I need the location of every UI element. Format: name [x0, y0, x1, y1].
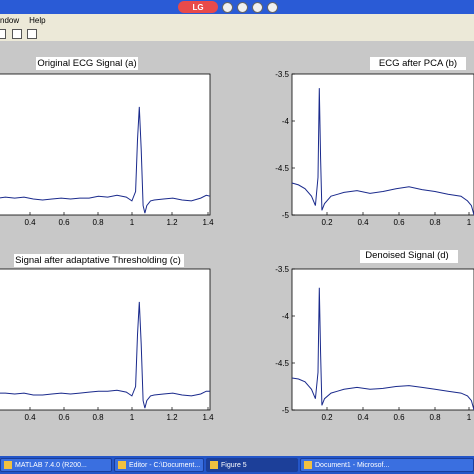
taskbar-item-label: Document1 - Microsof...	[315, 461, 390, 469]
x-tick-label: 0.2	[321, 413, 333, 422]
figure-icon	[210, 461, 218, 469]
taskbar-item-label: Figure 5	[221, 461, 247, 469]
axes-box	[0, 268, 211, 411]
y-tick-label: -5	[282, 406, 290, 415]
matlab-icon	[4, 461, 12, 469]
y-tick-label: -3.5	[275, 265, 289, 274]
menu-window[interactable]: ndow	[0, 16, 19, 25]
settings-icon[interactable]	[237, 1, 248, 13]
x-tick-label: 0.2	[321, 218, 333, 227]
x-tick-label: 0.8	[429, 218, 441, 227]
y-tick-label: -4	[282, 312, 290, 321]
menu-help[interactable]: Help	[29, 16, 45, 25]
taskbar: MATLAB 7.4.0 (R200... Editor - C:\Docume…	[0, 456, 474, 474]
x-tick-label: 0.4	[357, 413, 369, 422]
plot-2: Signal after adaptative Thresholding (c)…	[0, 254, 214, 422]
x-tick-label: 1.4	[202, 413, 214, 422]
figure-plots: Original ECG Signal (a) 0.4 0.6 0.8 1 1.2 1.4 E…	[0, 57, 474, 422]
chart-title: Signal after adaptative Thresholding (c)	[15, 255, 181, 266]
lg-logo-icon[interactable]: LG	[178, 1, 218, 13]
x-tick-label: 1.2	[166, 413, 178, 422]
figure-canvas: Original ECG Signal (a) 0.4 0.6 0.8 1 1.2 1.4 E…	[0, 41, 474, 456]
insert-colorbar-icon[interactable]	[0, 29, 6, 39]
y-tick-label: -4.5	[275, 164, 289, 173]
axes-box	[0, 73, 211, 216]
x-tick-label: 0.8	[92, 413, 104, 422]
insert-legend-icon[interactable]	[12, 29, 22, 39]
y-tick-label: -3.5	[275, 70, 289, 79]
y-tick-label: -4.5	[275, 359, 289, 368]
plot-0: Original ECG Signal (a) 0.4 0.6 0.8 1 1.2 1.4	[0, 57, 214, 227]
x-tick-label: 0.4	[24, 413, 36, 422]
x-tick-label: 0.6	[58, 413, 70, 422]
plot-1: ECG after PCA (b) 0.2 0.4 0.6 0.8 1 -3.5 -4 -4.5…	[275, 57, 474, 227]
x-tick-label: 0.8	[92, 218, 104, 227]
x-tick-label: 1	[467, 413, 472, 422]
taskbar-item-figure[interactable]: Figure 5	[206, 458, 298, 472]
chart-title: ECG after PCA (b)	[379, 58, 457, 69]
x-tick-label: 0.6	[393, 218, 405, 227]
x-tick-label: 1	[130, 218, 135, 227]
window-title-bar: LG	[0, 0, 474, 14]
chart-title: Original ECG Signal (a)	[37, 58, 136, 69]
dropdown-icon[interactable]	[267, 1, 278, 13]
x-tick-label: 0.4	[24, 218, 36, 227]
editor-icon	[118, 461, 126, 469]
plot-3: Denoised Signal (d) 0.2 0.4 0.6 0.8 1 -3.5 -4 -4…	[275, 250, 474, 422]
taskbar-item-matlab[interactable]: MATLAB 7.4.0 (R200...	[0, 458, 112, 472]
x-tick-label: 1	[467, 218, 472, 227]
taskbar-item-label: MATLAB 7.4.0 (R200...	[15, 461, 87, 469]
y-tick-label: -4	[282, 117, 290, 126]
plot-tools-icon[interactable]	[27, 29, 37, 39]
x-tick-label: 0.6	[393, 413, 405, 422]
figure-toolbar	[0, 27, 474, 42]
x-tick-label: 0.6	[58, 218, 70, 227]
x-tick-label: 1.2	[166, 218, 178, 227]
x-tick-label: 0.8	[429, 413, 441, 422]
x-tick-label: 0.4	[357, 218, 369, 227]
home-icon[interactable]	[252, 1, 263, 13]
back-icon[interactable]	[222, 1, 233, 13]
x-tick-label: 1.4	[202, 218, 214, 227]
taskbar-item-document[interactable]: Document1 - Microsof...	[300, 458, 474, 472]
menu-bar: ndow Help	[0, 14, 474, 27]
taskbar-item-label: Editor - C:\Document...	[129, 461, 201, 469]
y-tick-label: -5	[282, 211, 290, 220]
browser-toolbar: LG	[178, 1, 278, 13]
x-tick-label: 1	[130, 413, 135, 422]
chart-title: Denoised Signal (d)	[365, 250, 448, 261]
taskbar-item-editor[interactable]: Editor - C:\Document...	[114, 458, 204, 472]
word-icon	[304, 461, 312, 469]
